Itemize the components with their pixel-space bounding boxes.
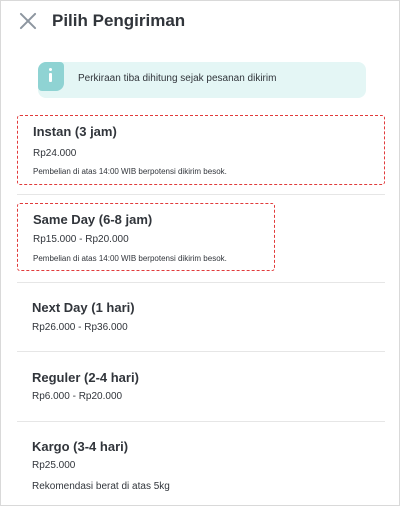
option-name: Kargo (3-4 hari) <box>32 439 129 454</box>
shipping-option-next-day[interactable]: Next Day (1 hari) Rp26.000 - Rp36.000 <box>17 291 385 347</box>
divider <box>17 282 385 283</box>
option-name: Instan (3 jam) <box>33 124 117 139</box>
option-name: Same Day (6-8 jam) <box>33 212 153 227</box>
option-price: Rp24.000 <box>33 148 77 159</box>
option-price: Rp26.000 - Rp36.000 <box>32 322 128 333</box>
divider <box>17 194 385 195</box>
shipping-option-instan[interactable]: Instan (3 jam) Rp24.000 Pembelian di ata… <box>17 115 385 185</box>
option-note: Rekomendasi berat di atas 5kg <box>32 481 170 492</box>
page-title: Pilih Pengiriman <box>52 11 186 30</box>
info-icon <box>38 62 64 91</box>
divider <box>17 351 385 352</box>
sheet-header: Pilih Pengiriman <box>1 1 400 43</box>
shipping-option-same-day[interactable]: Same Day (6-8 jam) Rp15.000 - Rp20.000 P… <box>17 203 275 271</box>
shipping-option-reguler[interactable]: Reguler (2-4 hari) Rp6.000 - Rp20.000 <box>17 361 385 417</box>
option-price: Rp15.000 - Rp20.000 <box>33 234 129 245</box>
option-name: Reguler (2-4 hari) <box>32 370 139 385</box>
option-name: Next Day (1 hari) <box>32 300 135 315</box>
option-note: Pembelian di atas 14:00 WIB berpotensi d… <box>33 254 227 263</box>
divider <box>17 421 385 422</box>
close-icon[interactable] <box>18 11 38 31</box>
option-note: Pembelian di atas 14:00 WIB berpotensi d… <box>33 167 227 176</box>
option-price: Rp25.000 <box>32 460 76 471</box>
shipping-sheet: Pilih Pengiriman Perkiraan tiba dihitung… <box>0 0 400 506</box>
option-price: Rp6.000 - Rp20.000 <box>32 391 123 402</box>
info-text: Perkiraan tiba dihitung sejak pesanan di… <box>78 73 277 84</box>
shipping-option-kargo[interactable]: Kargo (3-4 hari) Rp25.000 Rekomendasi be… <box>17 431 385 501</box>
